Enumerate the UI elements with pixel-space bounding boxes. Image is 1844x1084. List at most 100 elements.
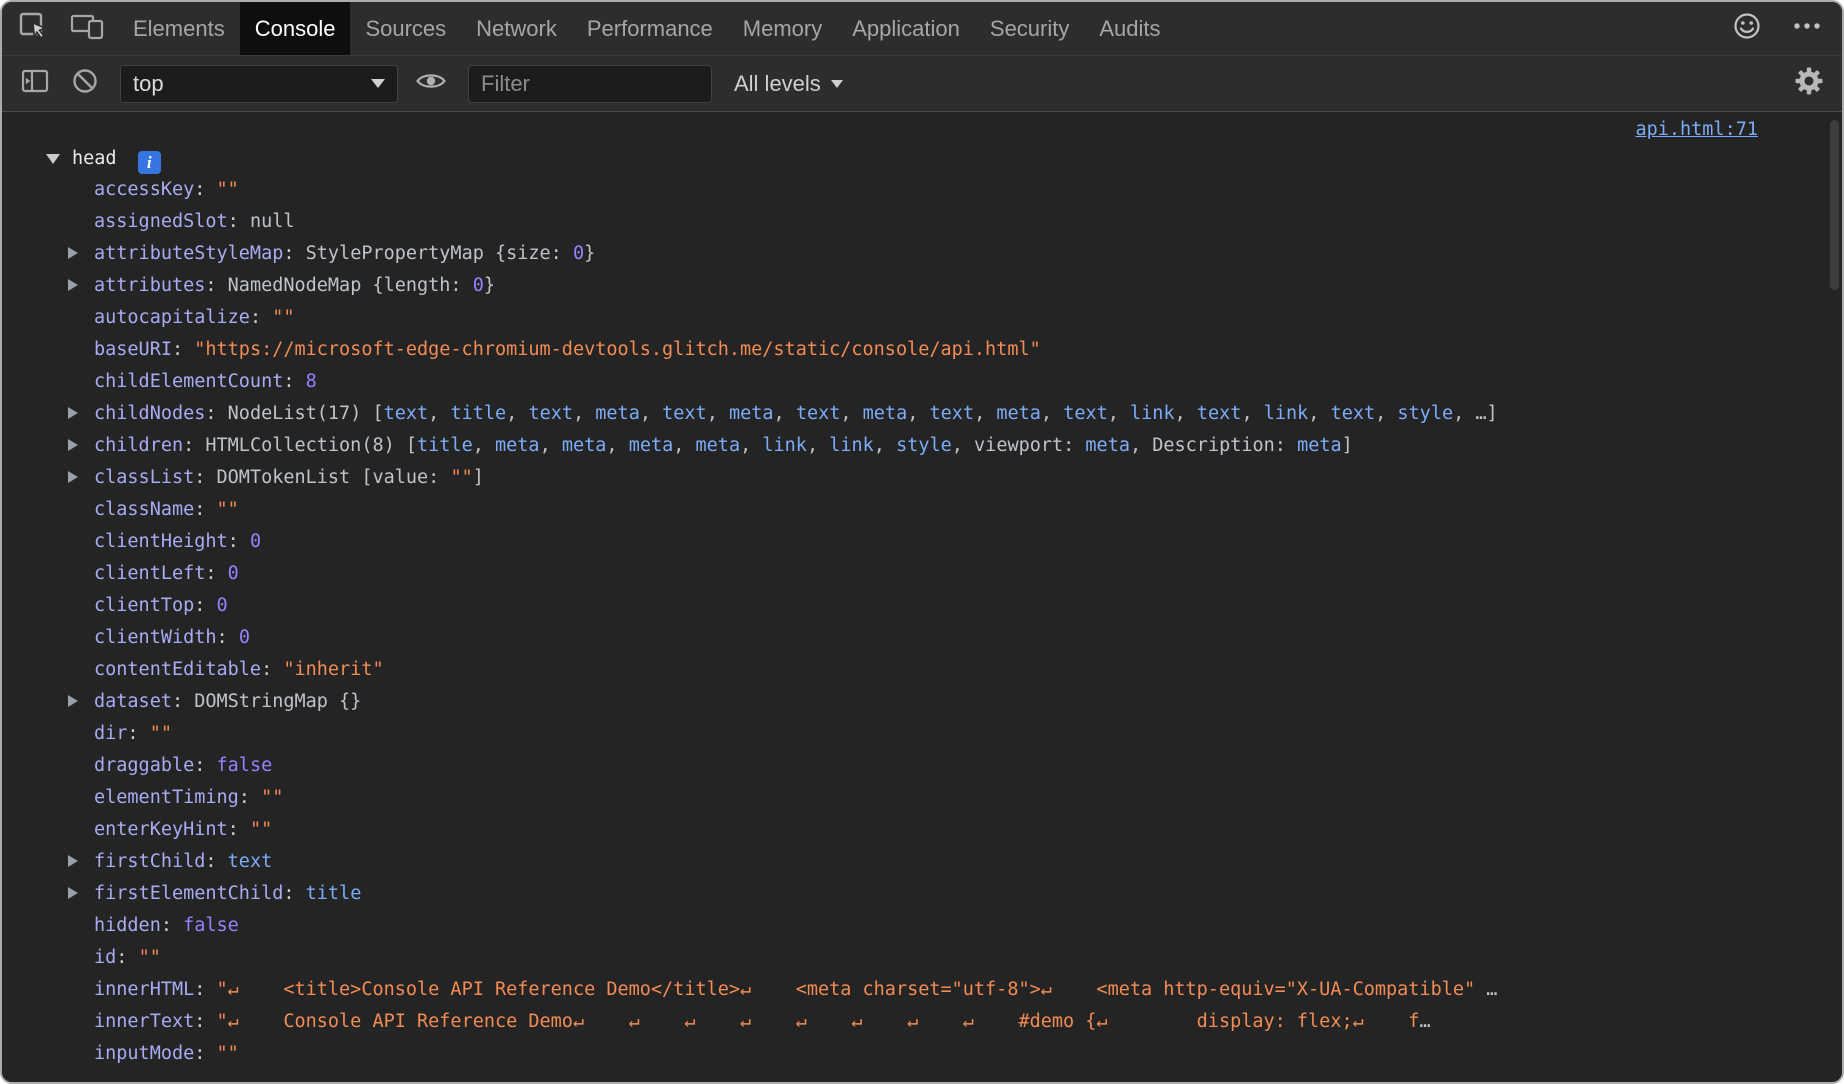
tab-audits[interactable]: Audits (1084, 2, 1175, 55)
device-toolbar-button[interactable] (66, 8, 108, 50)
expand-arrow-icon[interactable] (68, 887, 78, 899)
property-row[interactable]: dataset: DOMStringMap {} (2, 686, 1842, 718)
property-name: childNodes (94, 403, 205, 424)
collapse-arrow-icon[interactable] (46, 154, 60, 164)
value-token-string: "" (250, 819, 272, 840)
logged-object-row[interactable]: head i (2, 144, 1842, 174)
property-colon: : (172, 339, 194, 360)
tab-elements[interactable]: Elements (118, 2, 240, 55)
property-row[interactable]: firstElementChild: title (2, 878, 1842, 910)
filter-input[interactable] (468, 65, 712, 103)
settings-button[interactable] (1788, 63, 1830, 105)
value-token-string: "" (139, 947, 161, 968)
value-token-muted: , …] (1453, 403, 1498, 424)
property-row[interactable]: children: HTMLCollection(8) [title, meta… (2, 430, 1842, 462)
value-token-node: meta (863, 403, 908, 424)
property-row[interactable]: attributeStyleMap: StylePropertyMap {siz… (2, 238, 1842, 270)
expand-arrow-icon[interactable] (68, 279, 78, 291)
value-token-muted: } (484, 275, 495, 296)
context-selector[interactable]: top (120, 65, 398, 103)
more-options-button[interactable] (1786, 8, 1828, 50)
value-token-node: meta (696, 435, 741, 456)
property-colon: : (250, 307, 272, 328)
value-token-number: 0 (573, 243, 584, 264)
property-name: assignedSlot (94, 211, 228, 232)
expand-arrow-icon[interactable] (68, 471, 78, 483)
expand-arrow-icon[interactable] (68, 695, 78, 707)
live-expression-button[interactable] (410, 63, 452, 105)
value-token-node: meta (495, 435, 540, 456)
feedback-button[interactable] (1726, 8, 1768, 50)
property-row[interactable]: attributes: NamedNodeMap {length: 0} (2, 270, 1842, 302)
tabbar-left-icons (2, 2, 118, 55)
value-token-muted: , (428, 403, 450, 424)
value-token-string: "inherit" (283, 659, 383, 680)
property-name: clientLeft (94, 563, 205, 584)
value-token-muted: … (1475, 979, 1497, 1000)
expand-arrow-icon[interactable] (68, 439, 78, 451)
property-colon: : (161, 915, 183, 936)
property-row: childElementCount: 8 (2, 366, 1842, 398)
property-row: clientTop: 0 (2, 590, 1842, 622)
property-row: clientHeight: 0 (2, 526, 1842, 558)
property-colon: : (283, 243, 305, 264)
property-colon: : (194, 595, 216, 616)
value-token-number: 0 (473, 275, 484, 296)
value-token-node: meta (629, 435, 674, 456)
tab-sources[interactable]: Sources (350, 2, 461, 55)
value-token-node: meta (996, 403, 1041, 424)
value-token-node: meta (1297, 435, 1342, 456)
inspect-icon (17, 10, 49, 47)
property-row[interactable]: childNodes: NodeList(17) [text, title, t… (2, 398, 1842, 430)
property-colon: : (127, 723, 149, 744)
tab-memory[interactable]: Memory (728, 2, 837, 55)
value-token-string: "" (150, 723, 172, 744)
property-row: draggable: false (2, 750, 1842, 782)
expand-arrow-icon[interactable] (68, 855, 78, 867)
tab-network[interactable]: Network (461, 2, 572, 55)
property-colon: : (194, 755, 216, 776)
property-name: autocapitalize (94, 307, 250, 328)
value-token-muted: HTMLCollection(8) [ (205, 435, 417, 456)
clear-console-button[interactable] (64, 63, 106, 105)
console-scrollbar[interactable] (1830, 120, 1839, 290)
inspect-button[interactable] (12, 8, 54, 50)
value-token-muted: , (707, 403, 729, 424)
property-colon: : (228, 211, 250, 232)
property-row[interactable]: firstChild: text (2, 846, 1842, 878)
tab-application[interactable]: Application (837, 2, 975, 55)
property-colon: : (205, 563, 227, 584)
value-token-muted: DOMTokenList [value: (217, 467, 451, 488)
tab-console[interactable]: Console (240, 2, 351, 55)
panel-tabs: ElementsConsoleSourcesNetworkPerformance… (118, 2, 1176, 55)
value-token-muted: … (1419, 1011, 1430, 1032)
chevron-down-icon (831, 80, 843, 88)
tab-performance[interactable]: Performance (572, 2, 728, 55)
property-row[interactable]: classList: DOMTokenList [value: ""] (2, 462, 1842, 494)
property-row: autocapitalize: "" (2, 302, 1842, 334)
value-token-node: meta (595, 403, 640, 424)
value-token-node: link (1130, 403, 1175, 424)
property-row: accessKey: "" (2, 174, 1842, 206)
value-token-muted: ] (1342, 435, 1353, 456)
property-colon: : (194, 1011, 216, 1032)
property-name: clientHeight (94, 531, 228, 552)
console-output: api.html:71 head i accessKey: "" assigned… (2, 112, 1842, 1080)
source-link[interactable]: api.html:71 (1635, 119, 1758, 140)
property-row: enterKeyHint: "" (2, 814, 1842, 846)
expand-arrow-icon[interactable] (68, 247, 78, 259)
sidebar-toggle-icon (20, 66, 50, 101)
log-level-dropdown[interactable]: All levels (734, 71, 843, 97)
expand-arrow-icon[interactable] (68, 407, 78, 419)
value-token-string: "↵ Console API Reference Demo↵ ↵ ↵ ↵ ↵ ↵… (217, 1011, 1420, 1032)
value-token-node: link (762, 435, 807, 456)
tab-security[interactable]: Security (975, 2, 1084, 55)
property-name: enterKeyHint (94, 819, 228, 840)
console-sidebar-toggle[interactable] (14, 63, 56, 105)
property-row: clientWidth: 0 (2, 622, 1842, 654)
value-token-muted: ] (473, 467, 484, 488)
value-token-muted: , (606, 435, 628, 456)
value-token-node: text (528, 403, 573, 424)
value-token-node: meta (562, 435, 607, 456)
tabbar-right-icons (1726, 2, 1842, 55)
